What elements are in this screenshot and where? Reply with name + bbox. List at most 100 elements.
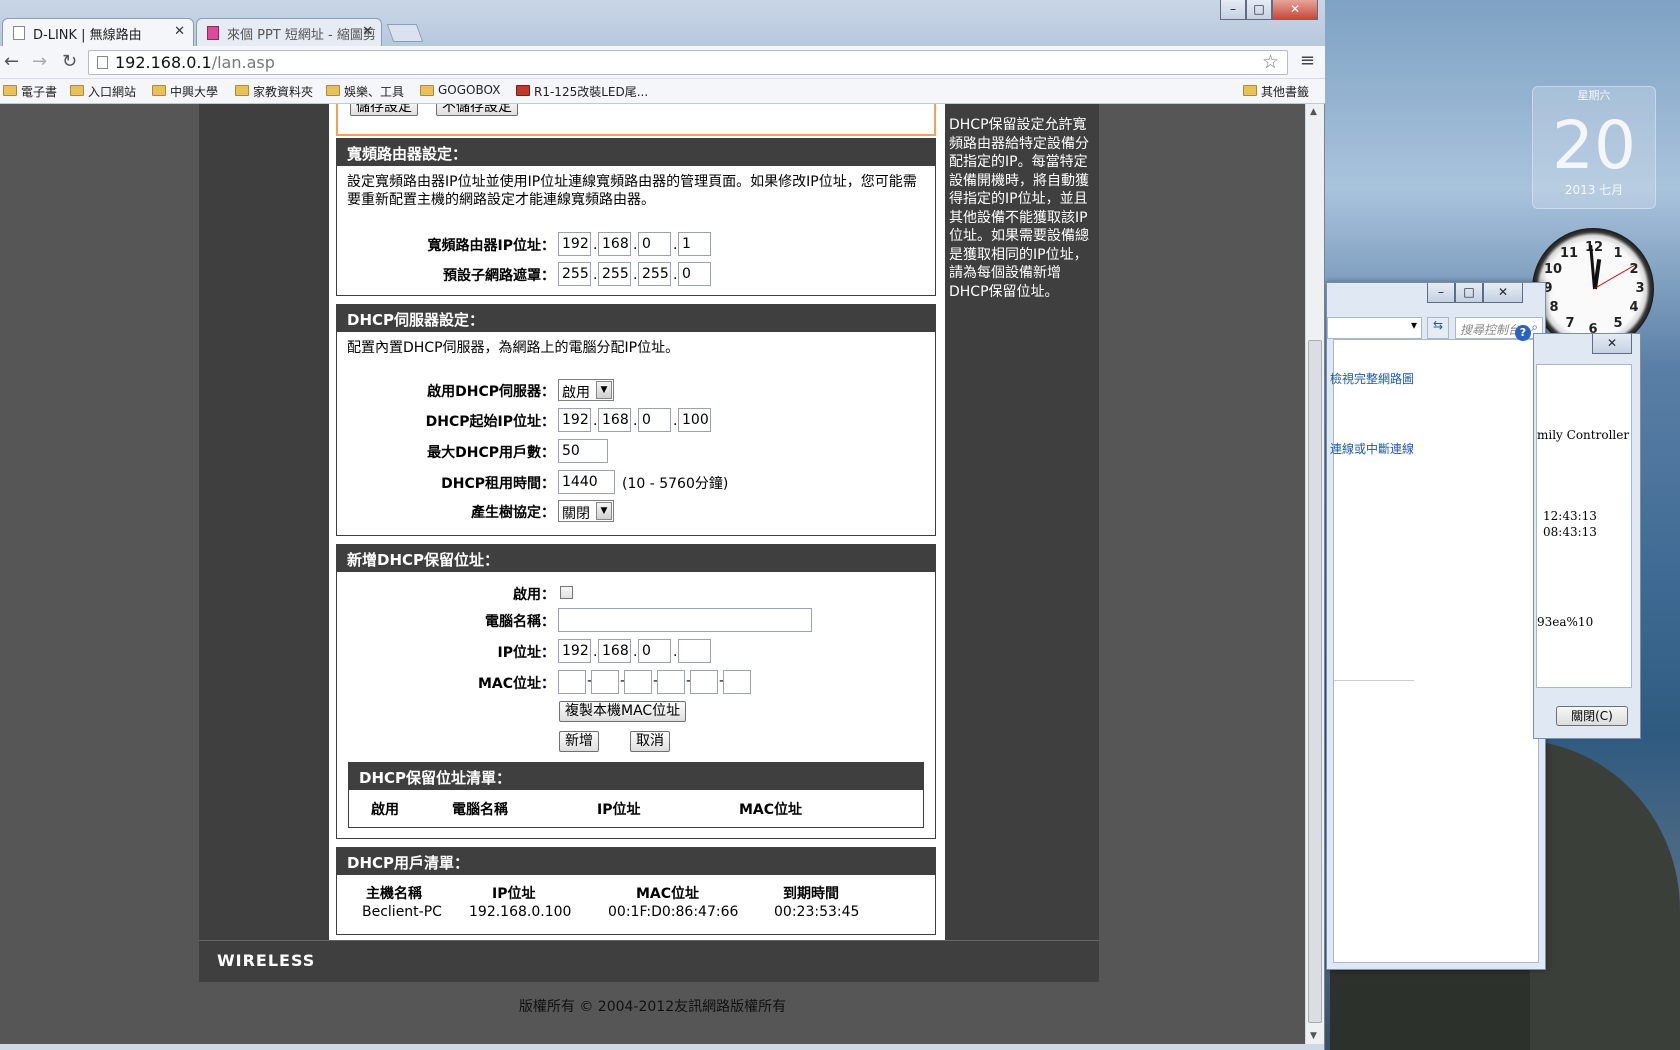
- calendar-gadget[interactable]: 星期六 20 2013 七月: [1532, 86, 1656, 209]
- new-tab-button[interactable]: [386, 24, 424, 42]
- other-bookmarks-folder[interactable]: 其他書籤: [1243, 83, 1309, 100]
- mac-octet-2[interactable]: [591, 670, 619, 694]
- subnet-mask-octet-4[interactable]: 0: [678, 262, 711, 286]
- subnet-mask-octet-1[interactable]: 255: [558, 262, 591, 286]
- help-icon[interactable]: ?: [1515, 325, 1531, 341]
- computer-name-label: 電腦名稱：: [485, 614, 555, 630]
- bookmark-folder[interactable]: 入口網站: [70, 83, 136, 100]
- dhcp-start-ip-octet-2[interactable]: 168: [598, 408, 631, 432]
- dhcp-start-ip-octet-3[interactable]: 0: [638, 408, 671, 432]
- mac-octet-4[interactable]: [657, 670, 685, 694]
- scroll-up-icon[interactable]: ▲: [1310, 107, 1317, 117]
- calendar-day: 20: [1552, 107, 1636, 184]
- column-header: 啟用: [371, 802, 399, 818]
- column-header: 電腦名稱: [452, 802, 508, 818]
- dialog-close-button[interactable]: ✕: [1592, 334, 1632, 354]
- clock-gadget[interactable]: 12 1 2 3 4 5 6 7 8 9 10 11: [1532, 228, 1654, 350]
- forward-icon[interactable]: →: [32, 51, 47, 72]
- tab-title: 來個 PPT 短網址 - 縮圖剪: [227, 28, 376, 43]
- tab-title: D-LINK | 無線路由: [33, 28, 142, 43]
- scroll-thumb[interactable]: [1308, 340, 1322, 1023]
- router-frame: 儲存設定 不儲存設定 寬頻路由器設定： 設定寬頻路由器IP位址並使用IP位址連線…: [199, 104, 1099, 982]
- connect-disconnect-link[interactable]: 連線或中斷連線: [1330, 440, 1414, 457]
- url-host: 192.168.0.1: [115, 53, 212, 72]
- menu-icon[interactable]: ≡: [1300, 50, 1315, 71]
- bookmark-star-icon[interactable]: ☆: [1262, 51, 1279, 73]
- dont-save-settings-button[interactable]: 不儲存設定: [436, 104, 518, 116]
- minimize-button[interactable]: –: [1220, 0, 1246, 20]
- max-dhcp-users-input[interactable]: 50: [558, 439, 608, 463]
- bookmark-folder[interactable]: 娛樂、工具: [326, 83, 404, 100]
- subnet-mask-label: 預設子網路遮罩：: [443, 268, 555, 284]
- dialog-close-text-button[interactable]: 關閉(C): [1556, 706, 1628, 726]
- bookmark-folder[interactable]: 電子書: [3, 83, 57, 100]
- section-title: DHCP用戶清單：: [337, 848, 935, 875]
- dhcp-server-section: DHCP伺服器設定： 配置內置DHCP伺服器，為網路上的電腦分配IP位址。 啟用…: [336, 304, 936, 536]
- copy-mac-button[interactable]: 複製本機MAC位址: [559, 701, 687, 722]
- dhcp-start-ip-octet-1[interactable]: 192: [558, 408, 591, 432]
- back-icon[interactable]: ←: [4, 51, 19, 72]
- dhcp-enable-select[interactable]: 啟用 ▼: [558, 379, 614, 401]
- close-window-button[interactable]: ✕: [1272, 0, 1318, 20]
- help-column: DHCP保留設定允許寬頻路由器給特定設備分配指定的IP。每當特定設備開機時，將自…: [945, 104, 1099, 940]
- close-tab-icon[interactable]: ✕: [362, 24, 373, 39]
- section-title: 寬頻路由器設定：: [337, 139, 935, 166]
- mac-octet-3[interactable]: [624, 670, 652, 694]
- scroll-down-icon[interactable]: ▼: [1310, 1031, 1317, 1041]
- divider: [1334, 680, 1414, 681]
- folder-icon: [420, 85, 434, 96]
- reload-icon[interactable]: ↻: [62, 51, 77, 72]
- reservation-enable-checkbox[interactable]: [560, 586, 573, 599]
- add-reservation-button[interactable]: 新增: [559, 731, 599, 752]
- address-bar[interactable]: 192.168.0.1/lan.asp ☆: [88, 50, 1288, 75]
- reservation-ip-octet-3[interactable]: 0: [638, 639, 671, 663]
- bookmark-folder[interactable]: GOGOBOX: [420, 83, 500, 97]
- router-ip-octet-2[interactable]: 168: [598, 232, 631, 256]
- client-mac: 00:1F:D0:86:47:66: [608, 904, 739, 920]
- footer-bar: WIRELESS: [199, 940, 1099, 982]
- bookmark-link[interactable]: R1-125改裝LED尾...: [516, 83, 648, 100]
- computer-name-input[interactable]: [558, 608, 812, 632]
- control-panel-window[interactable]: – □ ✕ ▾ ⇆ 搜尋控制台 ⌕ 檢視完整網路圖 連線或中斷連線 ?: [1326, 282, 1546, 970]
- maximize-button[interactable]: □: [1246, 0, 1272, 20]
- tab-dlink[interactable]: D-LINK | 無線路由 ✕: [2, 18, 194, 46]
- refresh-icon[interactable]: ⇆: [1427, 317, 1449, 339]
- save-settings-button[interactable]: 儲存設定: [350, 104, 418, 116]
- control-panel-content: 檢視完整網路圖 連線或中斷連線: [1330, 339, 1539, 963]
- subnet-mask-octet-3[interactable]: 255: [638, 262, 671, 286]
- tab-ppt[interactable]: 來個 PPT 短網址 - 縮圖剪 ✕: [196, 18, 382, 46]
- mac-octet-1[interactable]: [558, 670, 586, 694]
- dhcp-start-ip-label: DHCP起始IP位址：: [425, 414, 555, 430]
- close-tab-icon[interactable]: ✕: [174, 24, 185, 39]
- column-header: MAC位址: [739, 802, 803, 818]
- lease-time-label: DHCP租用時間：: [441, 476, 555, 492]
- address-dropdown[interactable]: ▾: [1327, 317, 1422, 339]
- column-header: 主機名稱: [366, 886, 422, 902]
- cancel-reservation-button[interactable]: 取消: [630, 731, 670, 752]
- site-icon: [516, 85, 530, 96]
- router-content: 儲存設定 不儲存設定 寬頻路由器設定： 設定寬頻路由器IP位址並使用IP位址連線…: [329, 104, 945, 940]
- subnet-mask-octet-2[interactable]: 255: [598, 262, 631, 286]
- mac-octet-5[interactable]: [690, 670, 718, 694]
- bookmark-folder[interactable]: 中興大學: [152, 83, 218, 100]
- vertical-scrollbar[interactable]: ▲ ▼: [1305, 104, 1324, 1044]
- section-description: 設定寬頻路由器IP位址並使用IP位址連線寬頻路由器的管理頁面。如果修改IP位址，…: [347, 174, 917, 208]
- browser-window: D-LINK | 無線路由 ✕ 來個 PPT 短網址 - 縮圖剪 ✕ – □ ✕…: [0, 0, 1325, 1050]
- client-expiry: 00:23:53:45: [774, 904, 860, 920]
- view-network-map-link[interactable]: 檢視完整網路圖: [1330, 370, 1414, 387]
- reservation-ip-octet-1[interactable]: 192: [558, 639, 591, 663]
- minimize-button[interactable]: –: [1427, 283, 1455, 303]
- mac-octet-6[interactable]: [723, 670, 751, 694]
- router-ip-octet-3[interactable]: 0: [638, 232, 671, 256]
- lease-time-input[interactable]: 1440: [558, 470, 615, 494]
- properties-dialog[interactable]: ✕ mily Controller 12:43:13 08:43:13 93ea…: [1533, 333, 1641, 739]
- bookmark-folder[interactable]: 家教資料夾: [235, 83, 313, 100]
- maximize-button[interactable]: □: [1455, 283, 1483, 303]
- stp-select[interactable]: 關閉 ▼: [558, 500, 614, 522]
- close-button[interactable]: ✕: [1483, 283, 1523, 303]
- router-ip-octet-1[interactable]: 192: [558, 232, 591, 256]
- router-ip-octet-4[interactable]: 1: [678, 232, 711, 256]
- dhcp-start-ip-octet-4[interactable]: 100: [678, 408, 711, 432]
- reservation-ip-octet-4[interactable]: [678, 639, 711, 663]
- reservation-ip-octet-2[interactable]: 168: [598, 639, 631, 663]
